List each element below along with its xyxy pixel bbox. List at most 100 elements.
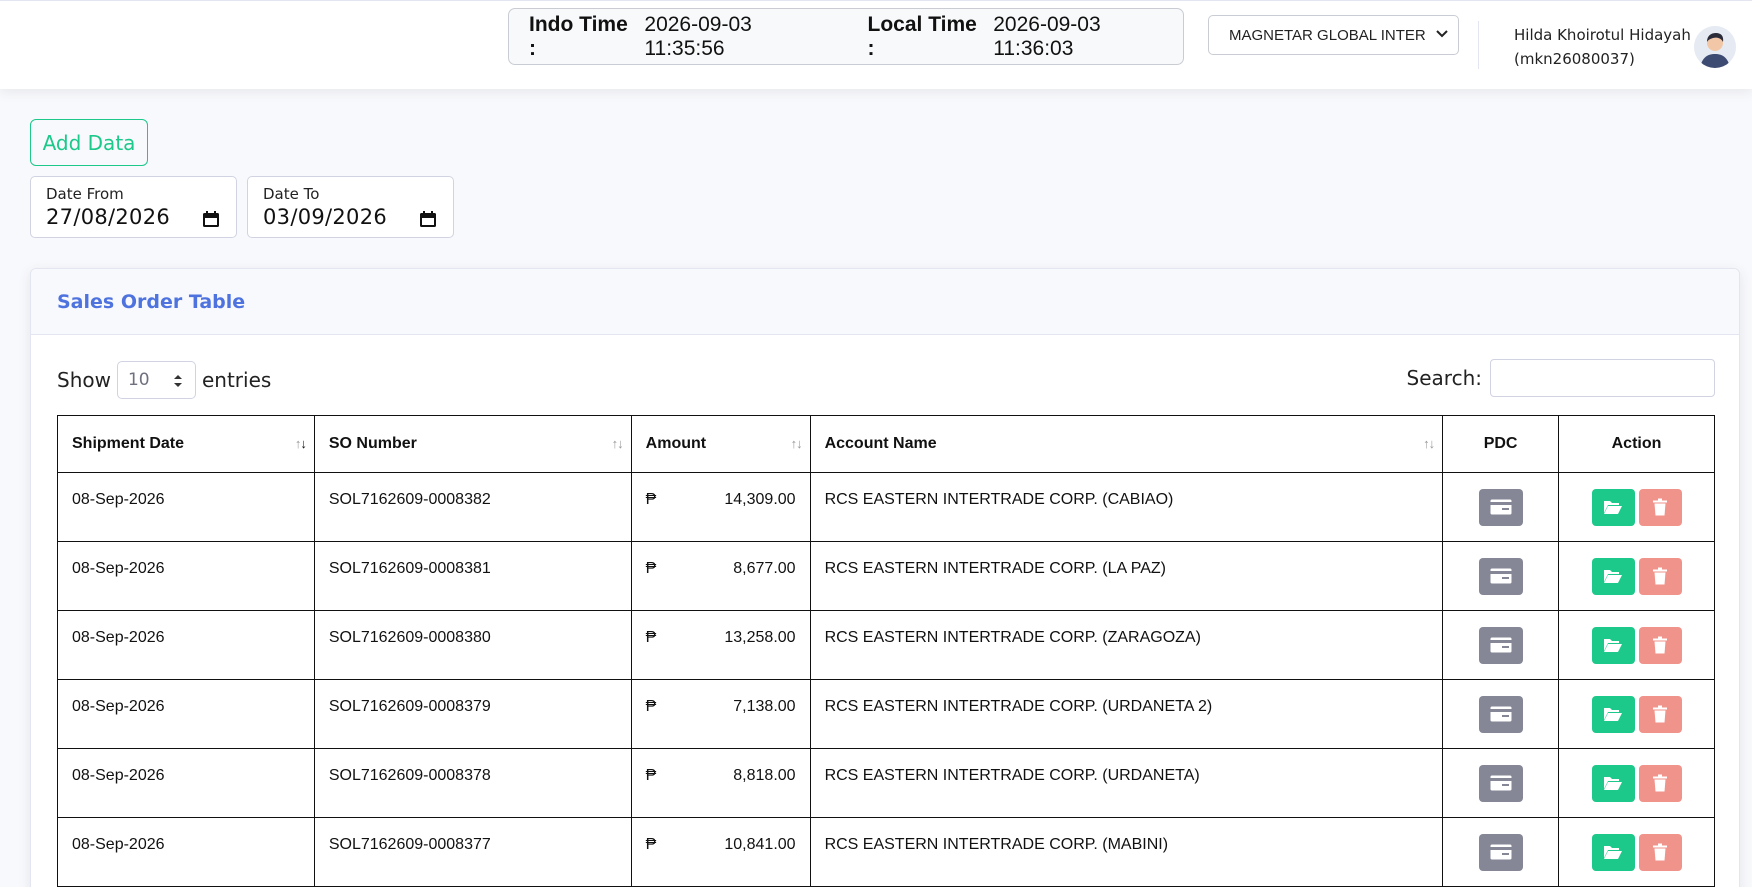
shipment-date-cell: 08-Sep-2026: [57, 472, 315, 542]
table-row: 08-Sep-2026 SOL7162609-0008381 ₱ 8,677.00…: [57, 541, 1715, 611]
date-to-label: Date To: [263, 185, 320, 203]
trash-icon: [1653, 498, 1668, 516]
date-from-label: Date From: [46, 185, 124, 203]
delete-button[interactable]: [1638, 833, 1682, 871]
delete-button[interactable]: [1638, 488, 1682, 526]
column-header-so-number[interactable]: SO Number ↑↓: [313, 415, 632, 473]
pdc-button[interactable]: [1478, 695, 1523, 733]
amount-value: 14,309.00: [724, 491, 796, 508]
delete-button[interactable]: [1638, 557, 1682, 595]
user-info[interactable]: Hilda Khoirotul Hidayah (mkn26080037): [1514, 23, 1691, 71]
shipment-date-cell: 08-Sep-2026: [57, 610, 315, 680]
amount-cell: ₱ 7,138.00: [630, 679, 811, 749]
pdc-button[interactable]: [1478, 833, 1523, 871]
table-row: 08-Sep-2026 SOL7162609-0008379 ₱ 7,138.00…: [57, 679, 1715, 749]
action-cell: [1558, 817, 1715, 887]
trash-icon: [1653, 705, 1668, 723]
delete-button[interactable]: [1638, 764, 1682, 802]
column-header-account-name[interactable]: Account Name ↑↓: [809, 415, 1444, 473]
open-button[interactable]: [1591, 764, 1635, 802]
pdc-cell: [1442, 817, 1560, 887]
open-button[interactable]: [1591, 695, 1635, 733]
action-cell: [1558, 541, 1715, 611]
account-name-cell: RCS EASTERN INTERTRADE CORP. (URDANETA): [809, 748, 1444, 818]
open-button[interactable]: [1591, 833, 1635, 871]
pdc-cell: [1442, 541, 1560, 611]
currency-symbol: ₱: [645, 629, 657, 646]
column-header-shipment-date[interactable]: Shipment Date ↑↓: [57, 415, 315, 473]
pdc-button[interactable]: [1478, 764, 1523, 802]
user-avatar-icon: [1694, 26, 1736, 68]
shipment-date-cell: 08-Sep-2026: [57, 541, 315, 611]
currency-symbol: ₱: [645, 836, 657, 853]
so-number-cell: SOL7162609-0008378: [313, 748, 632, 818]
folder-open-icon: [1604, 639, 1623, 652]
open-button[interactable]: [1591, 557, 1635, 595]
pdc-button[interactable]: [1478, 626, 1523, 664]
indo-time-label: Indo Time :: [529, 12, 628, 60]
so-number-cell: SOL7162609-0008379: [313, 679, 632, 749]
so-number-cell: SOL7162609-0008382: [313, 472, 632, 542]
shipment-date-cell: 08-Sep-2026: [57, 817, 315, 887]
credit-card-icon: [1490, 637, 1512, 653]
table-row: 08-Sep-2026 SOL7162609-0008378 ₱ 8,818.00…: [57, 748, 1715, 818]
date-from-value[interactable]: 27/08/2026: [46, 205, 170, 229]
calendar-icon[interactable]: [202, 210, 220, 228]
entries-select[interactable]: 10: [116, 361, 196, 399]
sort-icon: ↑↓: [790, 436, 803, 451]
amount-value: 10,841.00: [724, 836, 796, 853]
avatar[interactable]: [1694, 26, 1736, 68]
sort-icon: ↑↓: [611, 436, 624, 451]
add-data-button[interactable]: Add Data: [30, 119, 148, 166]
search-label: Search:: [1406, 366, 1482, 390]
so-number-cell: SOL7162609-0008381: [313, 541, 632, 611]
show-label: Show: [57, 368, 111, 392]
account-name-cell: RCS EASTERN INTERTRADE CORP. (LA PAZ): [809, 541, 1444, 611]
pdc-button[interactable]: [1478, 557, 1523, 595]
entries-label: entries: [201, 368, 272, 392]
entries-select-value: 10: [127, 370, 150, 390]
table-row: 08-Sep-2026 SOL7162609-0008382 ₱ 14,309.0…: [57, 472, 1715, 542]
sort-icon: ↑↓: [294, 436, 307, 451]
credit-card-icon: [1490, 775, 1512, 791]
date-from-field[interactable]: Date From 27/08/2026: [30, 176, 237, 238]
currency-symbol: ₱: [645, 767, 657, 784]
delete-button[interactable]: [1638, 626, 1682, 664]
card-header: Sales Order Table: [31, 269, 1739, 335]
amount-value: 8,818.00: [733, 767, 796, 784]
calendar-icon[interactable]: [419, 210, 437, 228]
column-header-action: Action: [1558, 415, 1715, 473]
pdc-cell: [1442, 679, 1560, 749]
column-header-amount[interactable]: Amount ↑↓: [630, 415, 811, 473]
action-cell: [1558, 748, 1715, 818]
top-navbar: Indo Time : 2026-09-03 11:35:56 Local Ti…: [0, 0, 1752, 89]
trash-icon: [1653, 636, 1668, 654]
folder-open-icon: [1604, 501, 1623, 514]
chevron-down-icon: [1436, 30, 1448, 38]
trash-icon: [1653, 567, 1668, 585]
date-to-field[interactable]: Date To 03/09/2026: [247, 176, 454, 238]
sales-order-card: Sales Order Table Show 10 entries Search…: [30, 268, 1740, 887]
amount-cell: ₱ 8,818.00: [630, 748, 811, 818]
currency-symbol: ₱: [645, 560, 657, 577]
shipment-date-cell: 08-Sep-2026: [57, 748, 315, 818]
amount-value: 13,258.00: [724, 629, 796, 646]
sales-order-table: Shipment Date ↑↓ SO Number ↑↓ Amount ↑↓ …: [57, 415, 1715, 887]
folder-open-icon: [1604, 777, 1623, 790]
user-name: Hilda Khoirotul Hidayah: [1514, 26, 1691, 44]
pdc-button[interactable]: [1478, 488, 1523, 526]
table-row: 08-Sep-2026 SOL7162609-0008377 ₱ 10,841.0…: [57, 817, 1715, 887]
card-title: Sales Order Table: [57, 290, 246, 313]
open-button[interactable]: [1591, 488, 1635, 526]
currency-symbol: ₱: [645, 698, 657, 715]
delete-button[interactable]: [1638, 695, 1682, 733]
amount-cell: ₱ 14,309.00: [630, 472, 811, 542]
date-to-value[interactable]: 03/09/2026: [263, 205, 387, 229]
open-button[interactable]: [1591, 626, 1635, 664]
search-input[interactable]: [1490, 359, 1715, 397]
table-row: 08-Sep-2026 SOL7162609-0008380 ₱ 13,258.0…: [57, 610, 1715, 680]
trash-icon: [1653, 774, 1668, 792]
pdc-cell: [1442, 610, 1560, 680]
company-select[interactable]: MAGNETAR GLOBAL INTER: [1208, 15, 1459, 55]
action-cell: [1558, 610, 1715, 680]
